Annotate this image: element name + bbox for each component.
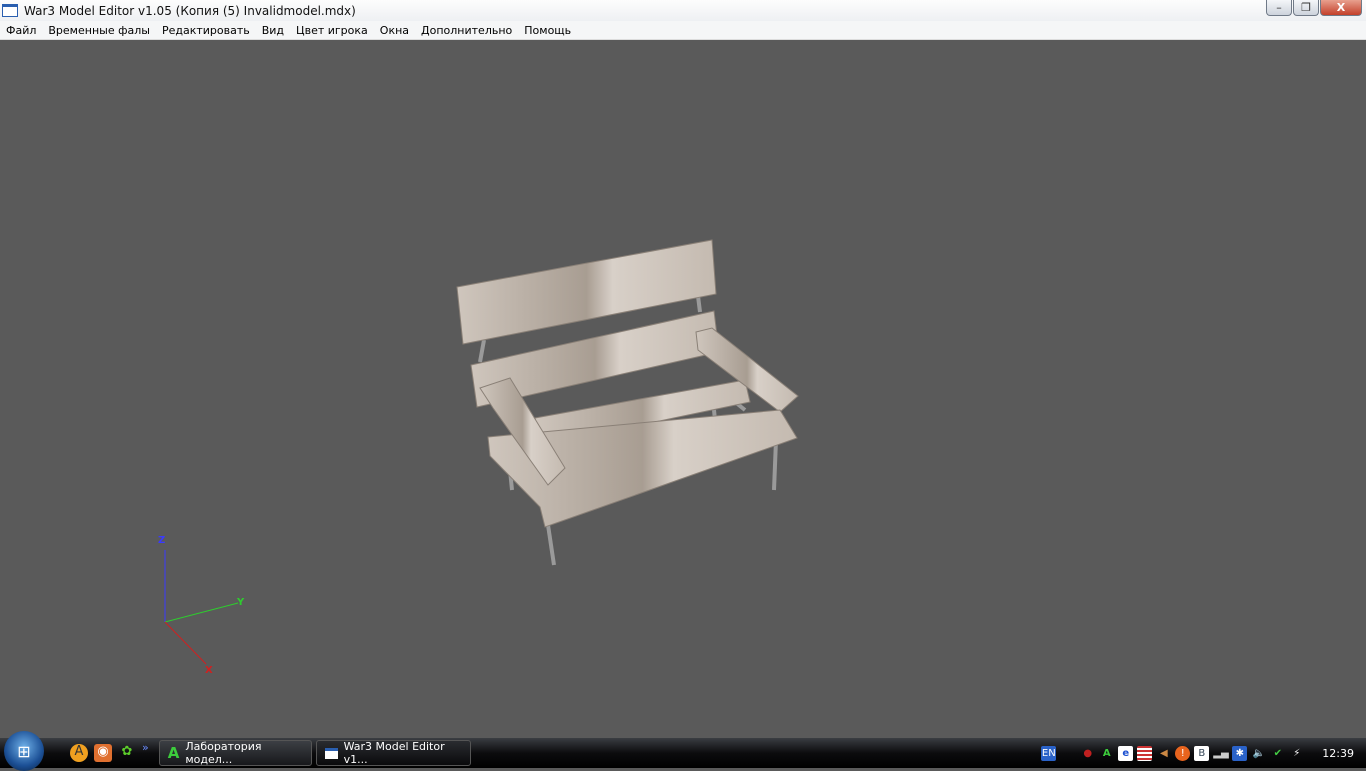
quick-launch-more[interactable]: » <box>142 741 149 754</box>
axis-x-label: X <box>205 665 213 676</box>
start-button[interactable]: ⊞ <box>4 731 44 771</box>
lab-tray-icon[interactable]: A <box>1099 746 1114 761</box>
e-app-icon[interactable]: e <box>1118 745 1134 761</box>
network-signal-icon[interactable]: ▂▄ <box>1213 746 1228 761</box>
icq-icon[interactable]: ✿ <box>118 744 136 762</box>
menu-edit[interactable]: Редактировать <box>156 24 256 37</box>
close-button[interactable]: X <box>1320 0 1362 16</box>
menu-temp-files[interactable]: Временные фалы <box>42 24 156 37</box>
taskbar-button-label: War3 Model Editor v1... <box>343 740 445 766</box>
system-tray: EN ● A e ◀ ! B ▂▄ ✱ 🔈 ✔ ⚡ 12:39 <box>1041 738 1366 768</box>
windows-logo-icon: ⊞ <box>17 741 31 761</box>
axis-y-label: Y <box>237 597 245 608</box>
app-icon <box>2 4 18 17</box>
speaker-icon[interactable]: 🔈 <box>1251 746 1266 761</box>
taskbar-button-label: Лаборатория модел... <box>185 740 262 766</box>
power-plug-icon[interactable]: ⚡ <box>1289 746 1304 761</box>
aimp-icon[interactable]: A <box>70 744 88 762</box>
maximize-button[interactable]: ❐ <box>1293 0 1319 16</box>
bluetooth-icon[interactable]: ✱ <box>1232 745 1248 761</box>
taskbar-button-war3-editor[interactable]: War3 Model Editor v1... <box>315 740 471 766</box>
3d-viewport[interactable]: Z Y X <box>0 40 1366 738</box>
window-title: War3 Model Editor v1.05 (Копия (5) Inval… <box>24 3 356 18</box>
minimize-button[interactable]: – <box>1266 0 1292 16</box>
us-flag-icon[interactable] <box>1137 745 1153 761</box>
volume-muted-icon[interactable]: ◀ <box>1156 746 1171 761</box>
menu-file[interactable]: Файл <box>0 24 42 37</box>
safely-remove-icon[interactable]: ✔ <box>1270 746 1285 761</box>
eye-icon[interactable]: ◉ <box>94 744 112 762</box>
window-icon <box>324 747 338 759</box>
menu-windows[interactable]: Окна <box>374 24 415 37</box>
axis-gizmo <box>164 550 239 665</box>
menu-extra[interactable]: Дополнительно <box>415 24 518 37</box>
language-indicator[interactable]: EN <box>1041 745 1057 761</box>
axis-z-label: Z <box>158 535 166 546</box>
lab-app-icon: A <box>167 744 180 762</box>
menu-view[interactable]: Вид <box>256 24 290 37</box>
taskbar-button-laboratory[interactable]: A Лаборатория модел... <box>158 740 312 766</box>
menu-player-color[interactable]: Цвет игрока <box>290 24 374 37</box>
menu-bar: Файл Временные фалы Редактировать Вид Цв… <box>0 21 1366 40</box>
antivirus-icon[interactable]: ● <box>1080 746 1095 761</box>
warning-icon[interactable]: ! <box>1175 745 1191 761</box>
title-bar: War3 Model Editor v1.05 (Копия (5) Inval… <box>0 0 1366 21</box>
clock[interactable]: 12:39 <box>1322 747 1354 760</box>
bench-model <box>456 239 799 566</box>
taskbar: ⊞ A ◉ ✿ » A Лаборатория модел... War3 Mo… <box>0 731 1366 771</box>
vk-icon[interactable]: B <box>1194 745 1210 761</box>
menu-help[interactable]: Помощь <box>518 24 577 37</box>
